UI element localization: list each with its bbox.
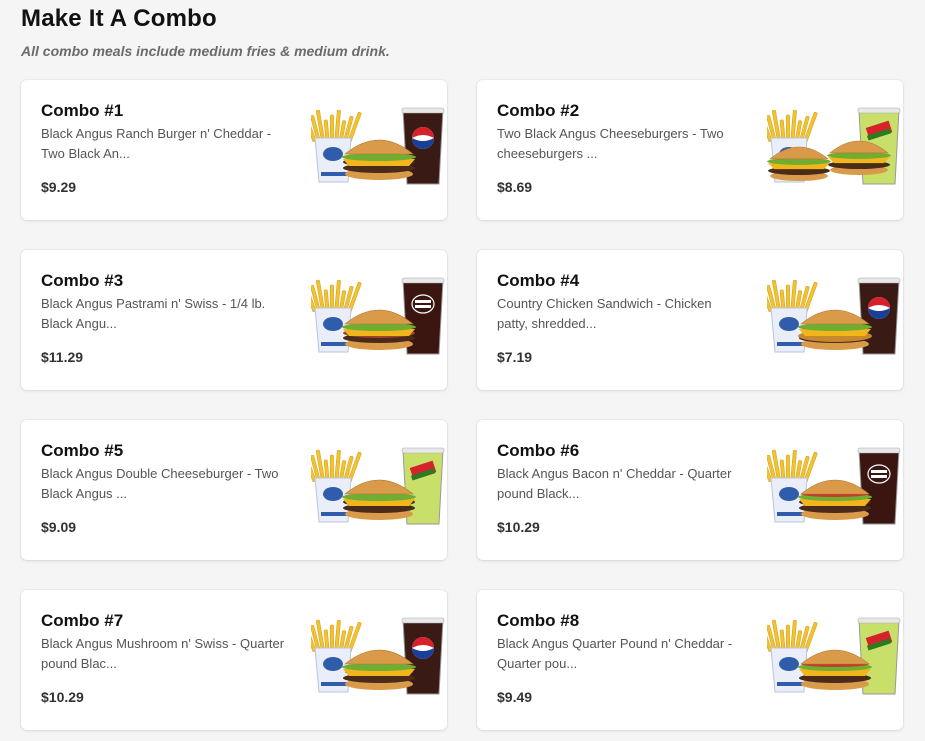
combo-description-line: Black Angus Double Cheeseburger - Two (41, 466, 279, 481)
combo-grid: Combo #1 Black Angus Ranch Burger n' Che… (21, 80, 903, 730)
combo-description: Black Angus Double Cheeseburger - Two Bl… (41, 464, 291, 503)
combo-price: $11.29 (41, 349, 84, 365)
combo-description: Black Angus Mushroom n' Swiss - Quarter … (41, 634, 291, 673)
combo-name: Combo #1 (41, 101, 124, 120)
combo-card[interactable]: Combo #5 Black Angus Double Cheeseburger… (21, 420, 447, 560)
combo-description-line: Black Angus Ranch Burger n' Cheddar - (41, 126, 272, 141)
combo-card[interactable]: Combo #8 Black Angus Quarter Pound n' Ch… (477, 590, 903, 730)
combo-description-line: Black Angus Mushroom n' Swiss - Quarter (41, 636, 285, 651)
combo-meal-image (767, 102, 903, 202)
combo-description: Black Angus Ranch Burger n' Cheddar - Tw… (41, 124, 291, 163)
combo-description-line: Quarter pou... (497, 655, 578, 671)
combo-price: $10.29 (41, 689, 84, 705)
combo-price: $9.49 (497, 689, 533, 705)
combo-meal-image (311, 612, 447, 712)
combo-price: $8.69 (497, 179, 533, 195)
combo-meal-image (311, 272, 447, 372)
combo-description-line: cheeseburgers ... (497, 145, 598, 161)
combo-name: Combo #6 (497, 441, 580, 460)
combo-card[interactable]: Combo #4 Country Chicken Sandwich - Chic… (477, 250, 903, 390)
combo-name: Combo #4 (497, 271, 580, 290)
combo-card[interactable]: Combo #1 Black Angus Ranch Burger n' Che… (21, 80, 447, 220)
combo-description-line: Country Chicken Sandwich - Chicken (497, 296, 712, 311)
combo-description-line: Two Black Angus Cheeseburgers - Two (497, 126, 724, 141)
combo-meal-image (311, 102, 447, 202)
combo-price: $7.19 (497, 349, 533, 365)
section-title: Make It A Combo (21, 5, 217, 32)
combo-description-line: Black Angu... (41, 315, 117, 331)
combo-price: $9.09 (41, 519, 77, 535)
combo-description-line: Two Black An... (41, 145, 130, 161)
combo-meal-image (311, 442, 447, 542)
combo-name: Combo #8 (497, 611, 580, 630)
combo-card[interactable]: Combo #2 Two Black Angus Cheeseburgers -… (477, 80, 903, 220)
combo-meal-image (767, 442, 903, 542)
combo-description: Black Angus Pastrami n' Swiss - 1/4 lb. … (41, 294, 291, 333)
combo-name: Combo #7 (41, 611, 124, 630)
combo-card[interactable]: Combo #7 Black Angus Mushroom n' Swiss -… (21, 590, 447, 730)
combo-description-line: patty, shredded... (497, 315, 597, 331)
combo-description-line: Black Angus ... (41, 485, 127, 501)
combo-description: Two Black Angus Cheeseburgers - Two chee… (497, 124, 747, 163)
combo-name: Combo #5 (41, 441, 124, 460)
section-subtitle: All combo meals include medium fries & m… (21, 43, 390, 59)
combo-price: $10.29 (497, 519, 540, 535)
combo-description: Country Chicken Sandwich - Chicken patty… (497, 294, 747, 333)
combo-description: Black Angus Quarter Pound n' Cheddar - Q… (497, 634, 747, 673)
combo-description-line: pound Black... (497, 485, 580, 501)
combo-card[interactable]: Combo #3 Black Angus Pastrami n' Swiss -… (21, 250, 447, 390)
combo-name: Combo #2 (497, 101, 580, 120)
combo-card[interactable]: Combo #6 Black Angus Bacon n' Cheddar - … (477, 420, 903, 560)
combo-meal-image (767, 272, 903, 372)
combo-description-line: Black Angus Pastrami n' Swiss - 1/4 lb. (41, 296, 266, 311)
combo-name: Combo #3 (41, 271, 124, 290)
combo-description-line: pound Blac... (41, 655, 117, 671)
combo-meal-image (767, 612, 903, 712)
combo-description: Black Angus Bacon n' Cheddar - Quarter p… (497, 464, 747, 503)
combo-description-line: Black Angus Bacon n' Cheddar - Quarter (497, 466, 732, 481)
combo-description-line: Black Angus Quarter Pound n' Cheddar - (497, 636, 733, 651)
combo-price: $9.29 (41, 179, 77, 195)
